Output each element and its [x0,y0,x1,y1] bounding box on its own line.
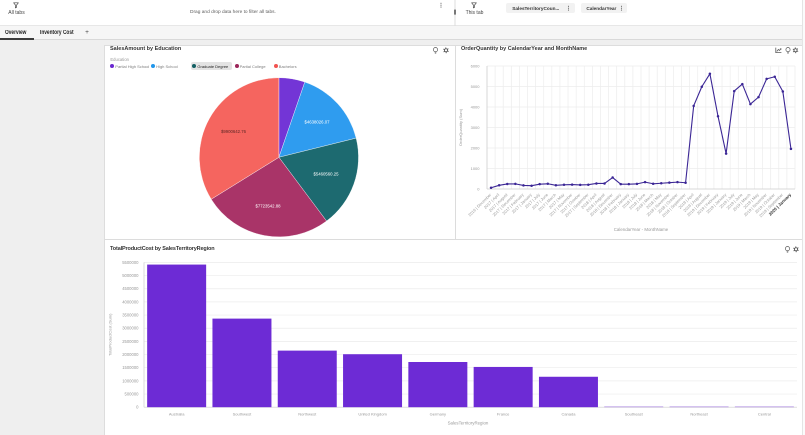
svg-text:2500000: 2500000 [122,339,139,344]
svg-text:4000: 4000 [471,104,481,109]
svg-text:Northeast: Northeast [690,412,708,417]
svg-text:OrderQuantity (Sum): OrderQuantity (Sum) [458,108,463,146]
svg-text:Canada: Canada [561,412,576,417]
svg-text:SalesTerritoryRegion: SalesTerritoryRegion [448,421,489,426]
svg-text:Germany: Germany [430,412,446,417]
svg-text:Southwest: Southwest [233,412,253,417]
svg-text:5000: 5000 [471,84,481,89]
svg-text:United Kingdom: United Kingdom [358,412,387,417]
svg-text:Central: Central [758,412,771,417]
svg-text:Northwest: Northwest [298,412,317,417]
svg-text:4000000: 4000000 [122,299,139,304]
svg-text:1500000: 1500000 [122,365,139,370]
svg-text:3500000: 3500000 [122,312,139,317]
svg-text:0: 0 [477,186,480,191]
svg-text:1000000: 1000000 [122,378,139,383]
svg-text:$7723542.88: $7723542.88 [255,204,281,209]
svg-text:3000000: 3000000 [122,326,139,331]
svg-text:Southeast: Southeast [625,412,644,417]
svg-text:5000000: 5000000 [122,273,139,278]
svg-text:TotalProductCost (Sum): TotalProductCost (Sum) [108,313,113,356]
svg-text:500000: 500000 [125,391,140,396]
svg-text:5500000: 5500000 [122,260,139,265]
svg-text:$5460560.25: $5460560.25 [313,172,339,177]
svg-text:6000: 6000 [471,63,481,68]
svg-text:3000: 3000 [471,125,481,130]
svg-text:CalendarYear - MonthName: CalendarYear - MonthName [614,227,669,232]
svg-text:1000: 1000 [471,166,481,171]
svg-text:2000: 2000 [471,145,481,150]
svg-text:$9900642.76: $9900642.76 [221,129,247,134]
svg-text:0: 0 [136,405,139,410]
svg-text:Australia: Australia [169,412,185,417]
svg-text:4500000: 4500000 [122,286,139,291]
svg-text:France: France [497,412,510,417]
svg-text:$4638026.07: $4638026.07 [304,120,330,125]
svg-text:2000000: 2000000 [122,352,139,357]
